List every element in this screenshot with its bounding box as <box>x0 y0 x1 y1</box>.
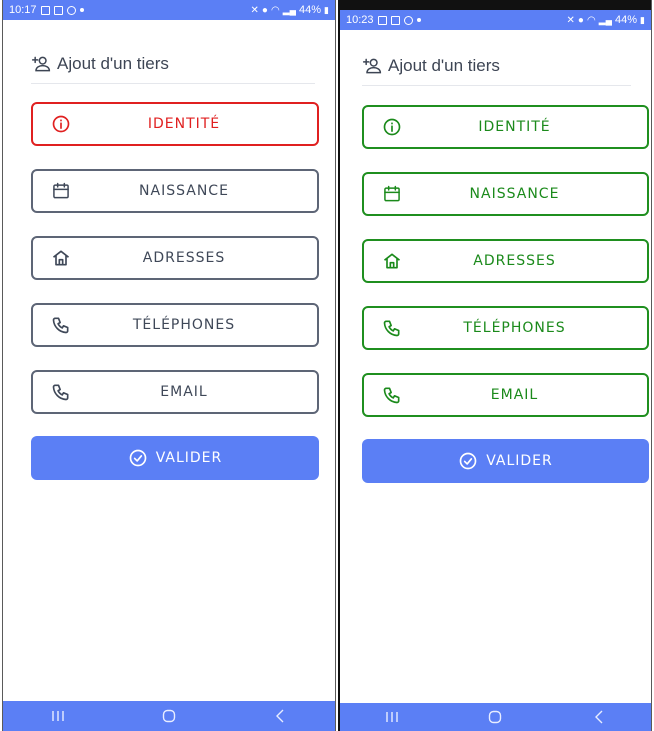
addresses-label: ADRESSES <box>142 250 226 266</box>
system-nav-bar <box>340 703 651 731</box>
battery-icon: ▮ <box>640 14 645 25</box>
recent-apps-icon[interactable] <box>43 706 73 726</box>
email-button[interactable]: EMAIL <box>362 373 649 417</box>
back-nav-icon[interactable] <box>584 707 614 727</box>
back-nav-icon[interactable] <box>265 706 295 726</box>
sync-notification-icon <box>66 5 76 15</box>
validate-label: VALIDER <box>486 453 553 469</box>
phones-label: TÉLÉPHONES <box>463 320 566 336</box>
phone-screen-after: 10:23 ✕ ● ◠ ▂▄ 44% ▮ Ajout d'un tiers ID… <box>338 0 652 731</box>
home-icon <box>383 253 401 269</box>
location-icon: ● <box>261 4 268 16</box>
status-time: 10:23 <box>346 14 374 26</box>
more-notifications-icon <box>416 18 421 22</box>
system-nav-bar <box>3 701 335 731</box>
battery-level: 44% <box>299 4 322 16</box>
identity-button[interactable]: IDENTITÉ <box>31 102 319 146</box>
status-bar: 10:17 ✕ ● ◠ ▂▄ 44% ▮ <box>3 0 335 20</box>
sync-notification-icon <box>403 15 413 25</box>
birth-button[interactable]: NAISSANCE <box>362 172 649 216</box>
app-notification-icon <box>53 5 63 15</box>
gallery-notification-icon <box>40 5 50 15</box>
add-person-icon <box>31 56 51 71</box>
phone-icon <box>383 387 400 404</box>
phones-label: TÉLÉPHONES <box>132 317 236 333</box>
wifi-icon: ◠ <box>586 14 596 26</box>
check-circle-icon <box>129 449 147 467</box>
addresses-button[interactable]: ADRESSES <box>362 239 649 283</box>
page-header: Ajout d'un tiers <box>31 44 315 84</box>
identity-label: IDENTITÉ <box>147 116 221 132</box>
status-bar: 10:23 ✕ ● ◠ ▂▄ 44% ▮ <box>340 10 651 30</box>
more-notifications-icon <box>79 8 84 12</box>
signal-icon: ▂▄ <box>282 4 297 15</box>
app-notification-icon <box>390 15 400 25</box>
info-icon <box>383 118 401 136</box>
mute-icon: ✕ <box>566 14 575 26</box>
screen-top-bezel <box>340 0 651 10</box>
birth-button[interactable]: NAISSANCE <box>31 169 319 213</box>
phone-icon <box>52 384 69 401</box>
info-icon <box>52 115 70 133</box>
birth-label: NAISSANCE <box>139 183 229 199</box>
identity-label: IDENTITÉ <box>478 119 551 135</box>
status-time: 10:17 <box>9 4 37 16</box>
addresses-button[interactable]: ADRESSES <box>31 236 319 280</box>
wifi-icon: ◠ <box>270 4 280 16</box>
battery-icon: ▮ <box>324 4 329 15</box>
home-nav-icon[interactable] <box>480 707 510 727</box>
phone-icon <box>52 317 69 334</box>
page-title: Ajout d'un tiers <box>57 53 169 73</box>
addresses-label: ADRESSES <box>473 253 556 269</box>
signal-icon: ▂▄ <box>598 14 613 25</box>
phone-icon <box>383 320 400 337</box>
add-person-icon <box>362 58 382 73</box>
phones-button[interactable]: TÉLÉPHONES <box>362 306 649 350</box>
validate-button[interactable]: VALIDER <box>362 439 649 483</box>
birth-label: NAISSANCE <box>469 186 560 202</box>
home-icon <box>52 250 70 266</box>
identity-button[interactable]: IDENTITÉ <box>362 105 649 149</box>
home-nav-icon[interactable] <box>154 706 184 726</box>
validate-label: VALIDER <box>155 450 223 466</box>
phones-button[interactable]: TÉLÉPHONES <box>31 303 319 347</box>
recent-apps-icon[interactable] <box>377 707 407 727</box>
location-icon: ● <box>577 14 584 26</box>
email-label: EMAIL <box>160 384 208 400</box>
phone-screen-before: 10:17 ✕ ● ◠ ▂▄ 44% ▮ Ajout d'un tiers ID… <box>2 0 336 731</box>
mute-icon: ✕ <box>250 4 259 16</box>
check-circle-icon <box>459 452 477 470</box>
validate-button[interactable]: VALIDER <box>31 436 319 480</box>
page-header: Ajout d'un tiers <box>362 46 631 86</box>
email-label: EMAIL <box>490 387 539 403</box>
battery-level: 44% <box>615 14 638 26</box>
email-button[interactable]: EMAIL <box>31 370 319 414</box>
page-title: Ajout d'un tiers <box>388 55 500 75</box>
calendar-icon <box>53 182 69 199</box>
calendar-icon <box>384 185 400 202</box>
gallery-notification-icon <box>377 15 387 25</box>
